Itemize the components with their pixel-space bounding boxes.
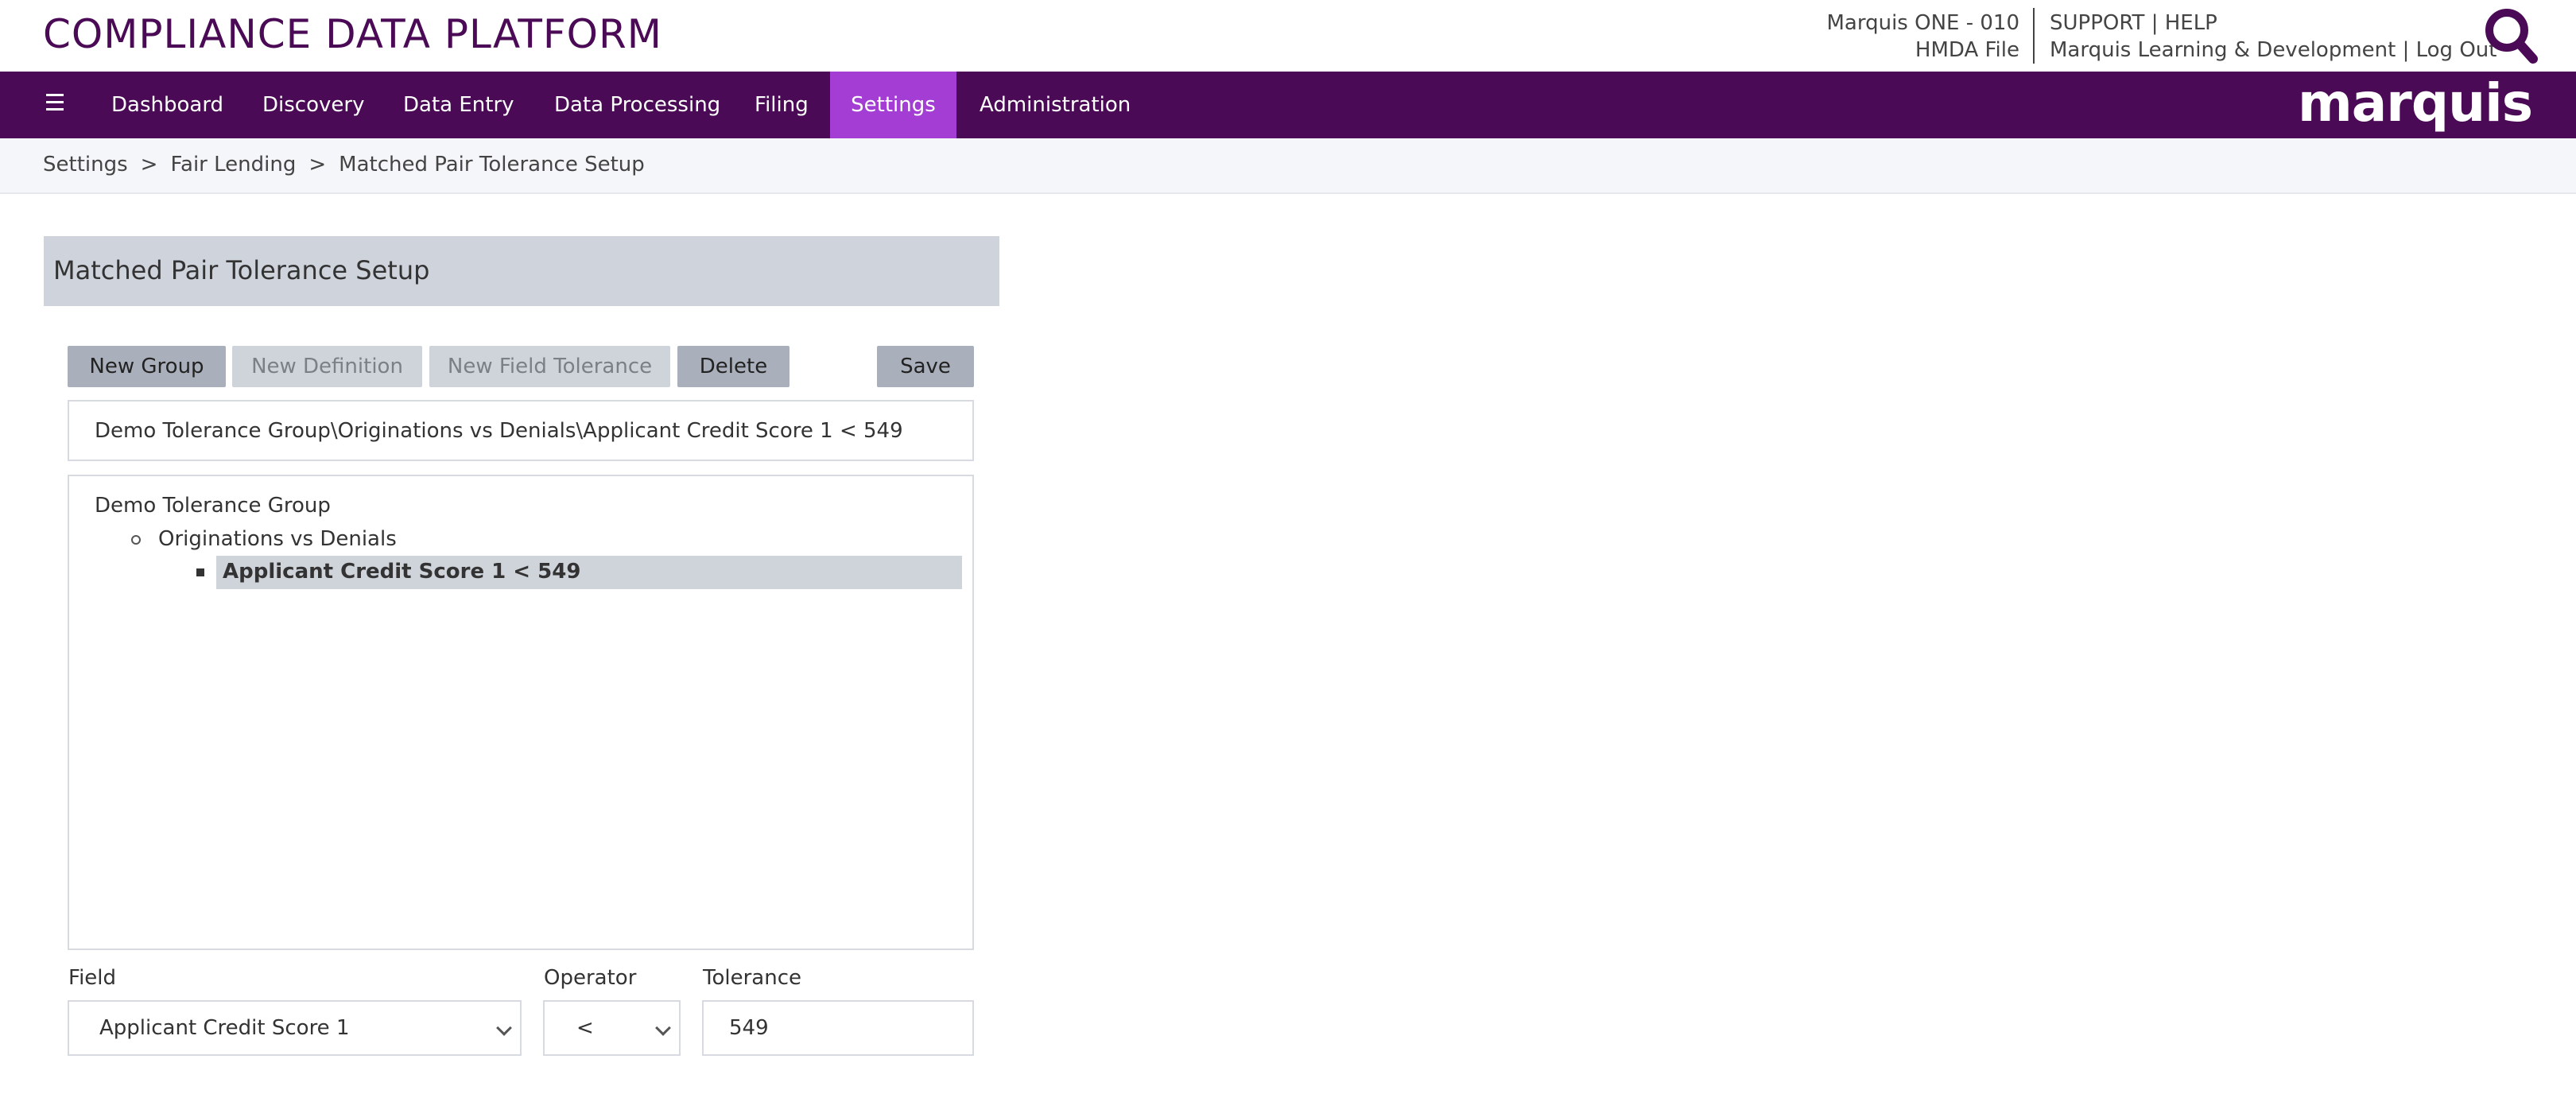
search-icon[interactable] xyxy=(2481,5,2544,67)
tolerance-label: Tolerance xyxy=(703,966,801,990)
nav-discovery[interactable]: Discovery xyxy=(262,72,364,138)
user-name: Marquis Learning & Development xyxy=(2050,38,2396,62)
nav-settings[interactable]: Settings xyxy=(830,72,956,138)
tolerance-input-value: 549 xyxy=(729,1016,769,1040)
nav-data-processing[interactable]: Data Processing xyxy=(554,72,720,138)
marquis-logo: marquis xyxy=(2298,72,2533,134)
selection-path-text: Demo Tolerance Group\Originations vs Den… xyxy=(95,419,903,443)
tree-bullet-icon xyxy=(131,535,141,545)
breadcrumb: Settings > Fair Lending > Matched Pair Toler… xyxy=(0,138,2576,194)
field-select[interactable]: Applicant Credit Score 1 xyxy=(68,1000,522,1056)
new-field-tolerance-button[interactable]: New Field Tolerance xyxy=(429,346,670,387)
breadcrumb-separator: > xyxy=(140,153,158,177)
breadcrumb-item-current: Matched Pair Tolerance Setup xyxy=(339,153,645,177)
header-divider xyxy=(2033,8,2035,64)
nav-dashboard[interactable]: Dashboard xyxy=(111,72,223,138)
operator-select-value: < xyxy=(576,1016,594,1040)
operator-label: Operator xyxy=(544,966,637,990)
file-name: HMDA File xyxy=(1915,38,2019,62)
delete-button[interactable]: Delete xyxy=(677,346,789,387)
breadcrumb-item-fair-lending[interactable]: Fair Lending xyxy=(170,153,296,177)
header-links: SUPPORT | HELP Marquis Learning & Develo… xyxy=(2050,10,2496,64)
support-link[interactable]: SUPPORT xyxy=(2050,11,2144,35)
tolerance-tree: Demo Tolerance Group Originations vs Den… xyxy=(68,475,974,950)
tree-tolerance-item-selected[interactable]: Applicant Credit Score 1 < 549 xyxy=(216,556,962,589)
panel-header: Matched Pair Tolerance Setup xyxy=(44,236,999,306)
hamburger-menu-icon[interactable] xyxy=(46,94,65,116)
selection-path: Demo Tolerance Group\Originations vs Den… xyxy=(68,400,974,461)
field-select-value: Applicant Credit Score 1 xyxy=(99,1016,350,1040)
save-button[interactable]: Save xyxy=(877,346,974,387)
help-link[interactable]: HELP xyxy=(2165,11,2217,35)
app-title: COMPLIANCE DATA PLATFORM xyxy=(43,11,662,57)
tree-definition-item[interactable]: Originations vs Denials xyxy=(158,527,397,551)
link-separator: | xyxy=(2151,11,2159,35)
app-header: COMPLIANCE DATA PLATFORM Marquis ONE - 0… xyxy=(0,0,2576,72)
nav-data-entry[interactable]: Data Entry xyxy=(403,72,514,138)
nav-filing[interactable]: Filing xyxy=(755,72,809,138)
tolerance-input[interactable]: 549 xyxy=(702,1000,974,1056)
breadcrumb-item-settings[interactable]: Settings xyxy=(43,153,128,177)
org-name: Marquis ONE - 010 xyxy=(1826,11,2020,35)
tree-bullet-icon xyxy=(196,568,204,576)
chevron-down-icon xyxy=(496,1020,512,1036)
main-nav: Dashboard Discovery Data Entry Data Proc… xyxy=(0,72,2576,138)
nav-administration[interactable]: Administration xyxy=(980,72,1131,138)
link-separator: | xyxy=(2402,38,2410,62)
field-label: Field xyxy=(68,966,117,990)
org-info: Marquis ONE - 010 HMDA File xyxy=(1827,10,2020,64)
new-definition-button[interactable]: New Definition xyxy=(232,346,422,387)
chevron-down-icon xyxy=(655,1020,671,1036)
operator-select[interactable]: < xyxy=(543,1000,681,1056)
new-group-button[interactable]: New Group xyxy=(68,346,226,387)
breadcrumb-separator: > xyxy=(308,153,327,177)
tree-group-item[interactable]: Demo Tolerance Group xyxy=(95,494,331,518)
panel-title: Matched Pair Tolerance Setup xyxy=(53,255,430,285)
tree-tolerance-label: Applicant Credit Score 1 < 549 xyxy=(223,560,581,584)
